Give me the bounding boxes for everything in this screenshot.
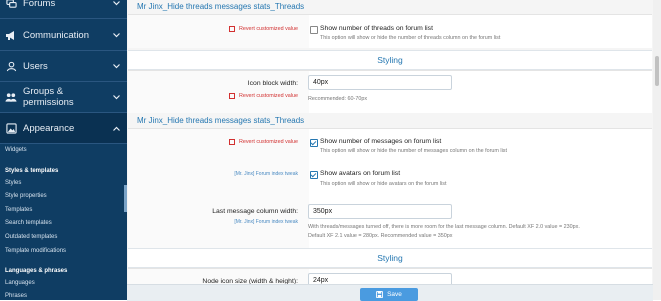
addon-tag: [Mr. Jinx] Forum index tweak [234, 219, 298, 225]
last-message-width-hint-2: Default XF 2.1 value = 280px. Recommende… [308, 233, 453, 239]
revert-checkbox-icon [228, 26, 235, 32]
styling-header: Styling [128, 50, 652, 70]
revert-customized-link[interactable]: Revert customized value [228, 26, 298, 32]
save-button[interactable]: Save [360, 288, 418, 301]
nav-forums[interactable]: Forums [0, 0, 127, 19]
page-scrollbar[interactable] [653, 0, 661, 300]
addon-tag: [Mr. Jinx] Forum index tweak [234, 171, 298, 177]
icon-block-width-label: Icon block width: [247, 80, 298, 87]
revert-label: Revert customized value [238, 26, 298, 32]
image-icon [5, 122, 17, 134]
revert-customized-link[interactable]: Revert customized value [228, 93, 298, 99]
avatars-option-hint: This option will show or hide avatars on… [320, 181, 447, 187]
revert-customized-link[interactable]: Revert customized value [228, 139, 298, 145]
nav-appearance-label: Appearance [23, 122, 75, 134]
nav-outdated-templates[interactable]: Outdated templates [0, 234, 127, 240]
nav-users-label: Users [23, 60, 48, 72]
nav-groups-permissions[interactable]: Groups & permissions [0, 82, 127, 113]
nav-users[interactable]: Users [0, 51, 127, 82]
chevron-down-icon [113, 0, 121, 6]
chevron-up-icon [113, 126, 121, 131]
section-title: Mr Jinx_Hide threads messages stats_Thre… [137, 2, 305, 11]
forums-icon [5, 0, 17, 9]
threads-checkbox[interactable] [310, 26, 318, 34]
nav-forums-label: Forums [23, 0, 56, 9]
threads-option-hint: This option will show or hide the number… [320, 35, 501, 41]
megaphone-icon [5, 29, 17, 41]
icon-block-width-hint: Recommended: 60-70px [308, 96, 368, 102]
revert-checkbox-icon [228, 139, 235, 145]
chevron-down-icon [113, 94, 121, 100]
nav-heading-styles: Styles & templates [5, 168, 59, 174]
nav-style-properties[interactable]: Style properties [0, 193, 127, 199]
revert-checkbox-icon [228, 93, 235, 99]
revert-label: Revert customized value [238, 93, 298, 99]
save-label: Save [387, 291, 402, 298]
form-footer: Save [127, 284, 653, 301]
last-message-width-input[interactable] [308, 204, 452, 219]
nav-search-templates[interactable]: Search templates [0, 220, 127, 226]
nav-templates[interactable]: Templates [0, 207, 127, 213]
messages-option-hint: This option will show or hide the number… [320, 148, 507, 154]
avatars-checkbox[interactable] [310, 171, 318, 179]
scrollbar-thumb[interactable] [655, 56, 659, 86]
last-message-width-label: Last message column width: [212, 208, 298, 215]
nav-heading-languages: Languages & phrases [5, 268, 68, 274]
nav-appearance[interactable]: Appearance [0, 113, 127, 144]
chevron-down-icon [113, 63, 121, 69]
users-icon [5, 91, 17, 103]
option-block-section2 [128, 128, 652, 250]
revert-label: Revert customized value [238, 139, 298, 145]
options-content: Mr Jinx_Hide threads messages stats_Thre… [127, 0, 653, 300]
last-message-width-hint: With threads/messages turned off, there … [308, 224, 580, 230]
nav-styles[interactable]: Styles [0, 180, 127, 186]
nav-languages[interactable]: Languages [0, 280, 127, 286]
nav-communication-label: Communication [23, 29, 89, 41]
nav-widgets[interactable]: Widgets [0, 147, 127, 153]
messages-checkbox[interactable] [310, 139, 318, 147]
chevron-down-icon [113, 32, 121, 38]
nav-template-modifications[interactable]: Template modifications [0, 248, 127, 254]
user-icon [5, 60, 17, 72]
admin-sidebar: Forums Communication Users Groups & perm… [0, 0, 127, 300]
nav-communication[interactable]: Communication [0, 20, 127, 51]
messages-option-label[interactable]: Show number of messages on forum list [320, 138, 441, 145]
avatars-option-label[interactable]: Show avatars on forum list [320, 170, 400, 177]
icon-block-width-input[interactable] [308, 75, 452, 90]
section-title: Mr Jinx_Hide threads messages stats_Thre… [137, 116, 305, 125]
nav-phrases[interactable]: Phrases [0, 293, 127, 299]
threads-option-label[interactable]: Show number of threads on forum list [320, 25, 433, 32]
styling-header: Styling [128, 248, 652, 268]
nav-groups-label: Groups & permissions [23, 86, 74, 108]
save-icon [376, 291, 384, 298]
